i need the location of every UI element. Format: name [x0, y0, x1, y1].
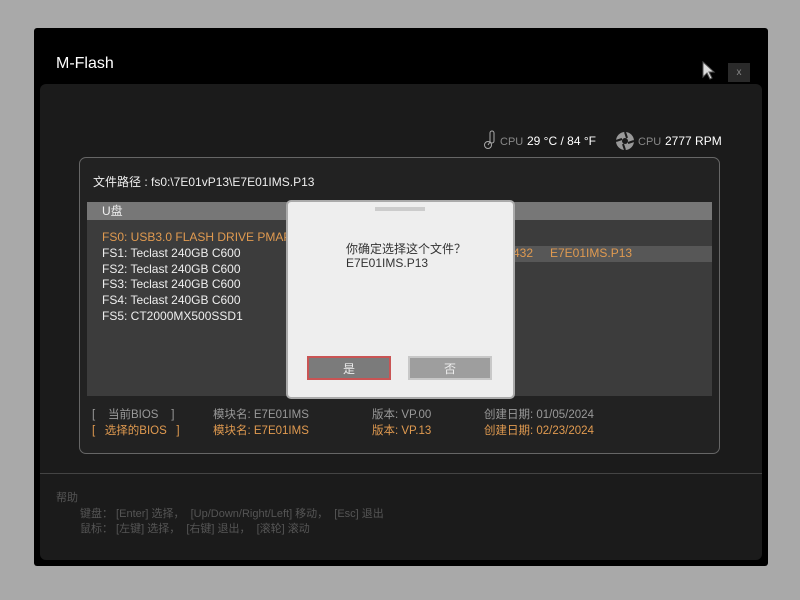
thermometer-icon: [484, 130, 495, 149]
selected-bios-module: 模块名: E7E01IMS: [213, 425, 309, 437]
cpu-temp-label: CPU: [500, 136, 524, 148]
fan-icon: [615, 131, 635, 151]
yes-button[interactable]: 是: [307, 356, 391, 380]
dialog-filename: E7E01IMS.P13: [346, 256, 429, 270]
current-bios-label: [ 当前BIOS ]: [92, 409, 175, 421]
drive-item[interactable]: FS4: Teclast 240GB C600: [102, 293, 241, 307]
cpu-fan-label: CPU: [638, 136, 662, 148]
cpu-fan-speed: 2777 RPM: [665, 134, 722, 148]
current-bios-module: 模块名: E7E01IMS: [213, 409, 309, 421]
drive-item[interactable]: FS5: CT2000MX500SSD1: [102, 309, 243, 323]
selected-bios-date: 创建日期: 02/23/2024: [484, 425, 594, 437]
drive-item[interactable]: FS1: Teclast 240GB C600: [102, 246, 241, 260]
drive-item[interactable]: FS0: USB3.0 FLASH DRIVE PMAP: [102, 230, 291, 244]
current-bios-version: 版本: VP.00: [372, 409, 432, 421]
dialog-drag-handle[interactable]: [375, 207, 425, 211]
dialog-question: 你确定选择这个文件？: [346, 242, 467, 256]
mouse-cursor-icon: [702, 61, 716, 80]
drive-item[interactable]: FS3: Teclast 240GB C600: [102, 277, 241, 291]
help-mouse: 鼠标： [左键] 选择， [右键] 退出， [滚轮] 滚动: [80, 523, 310, 535]
cpu-temperature: 29 °C / 84 °F: [527, 134, 596, 148]
no-button[interactable]: 否: [408, 356, 492, 380]
window-title: M-Flash: [56, 55, 114, 72]
help-keyboard: 键盘： [Enter] 选择， [Up/Down/Right/Left] 移动，…: [80, 508, 384, 520]
selected-bios-label: [ 选择的BIOS ]: [92, 425, 180, 437]
help-title: 帮助: [56, 492, 78, 504]
drive-item[interactable]: FS2: Teclast 240GB C600: [102, 262, 241, 276]
divider: [40, 473, 762, 474]
file-name[interactable]: E7E01IMS.P13: [550, 246, 632, 260]
selected-bios-version: 版本: VP.13: [372, 425, 432, 437]
file-path: 文件路径 : fs0:\7E01vP13\E7E01IMS.P13: [93, 175, 315, 189]
close-button[interactable]: x: [728, 63, 750, 82]
current-bios-date: 创建日期: 01/05/2024: [484, 409, 594, 421]
file-size: 432: [513, 246, 534, 260]
